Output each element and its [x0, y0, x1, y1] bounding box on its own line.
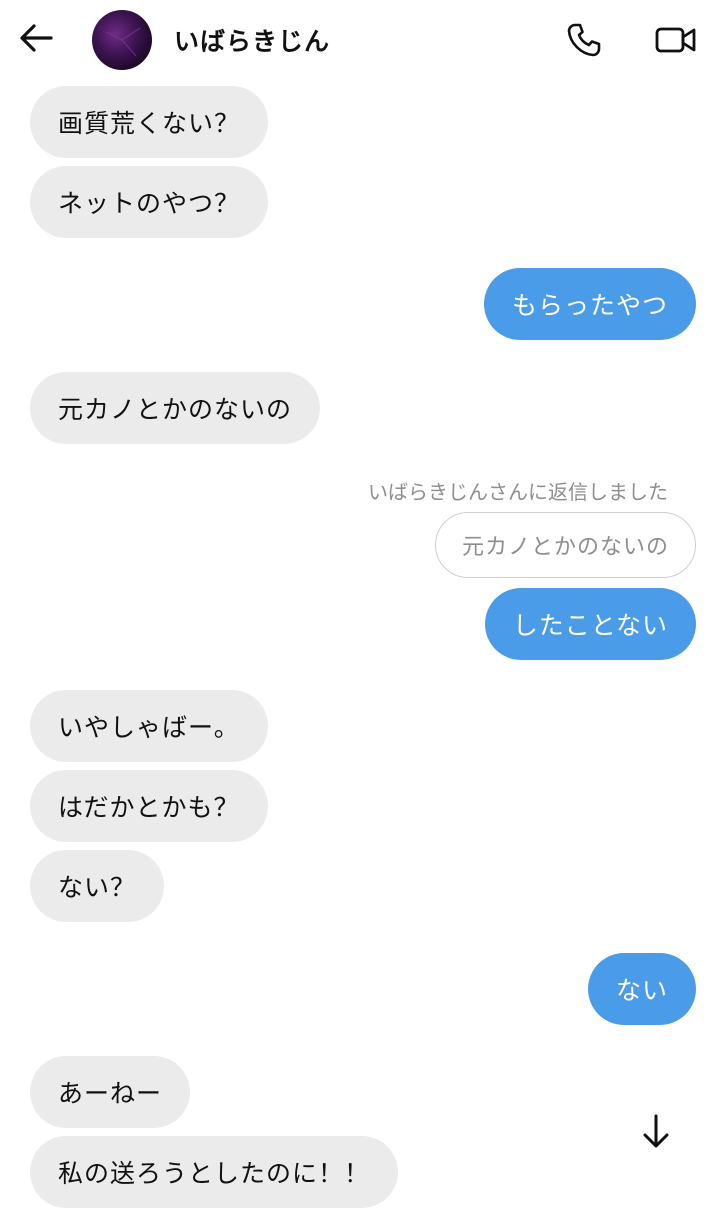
video-call-button[interactable]	[652, 18, 700, 62]
message-text: 私の送ろうとしたのに！！	[58, 1159, 371, 1188]
phone-icon	[567, 23, 601, 57]
video-camera-icon	[655, 27, 696, 53]
message-text: はだかとかも？	[58, 793, 240, 822]
reply-quote-text: 元カノとかのないの	[461, 535, 669, 560]
message-text: ネットのやつ？	[58, 189, 241, 218]
avatar[interactable]	[92, 10, 152, 70]
chat-header: いばらきじん	[0, 0, 726, 84]
message-text: ない？	[58, 873, 137, 902]
contact-name[interactable]: いばらきじん	[174, 22, 330, 58]
message-bubble-outgoing[interactable]: ない	[587, 953, 696, 1025]
message-bubble-incoming[interactable]: あーねー	[30, 1056, 191, 1128]
message-bubble-outgoing[interactable]: したことない	[484, 588, 696, 660]
message-bubble-incoming[interactable]: いやしゃばー。	[30, 690, 268, 762]
message-bubble-incoming[interactable]: 元カノとかのないの	[30, 372, 321, 444]
message-text: あーねー	[58, 1079, 163, 1108]
scroll-to-bottom-button[interactable]	[634, 1108, 678, 1156]
arrow-left-icon	[20, 24, 53, 52]
message-bubble-incoming[interactable]: はだかとかも？	[30, 770, 268, 842]
message-bubble-incoming[interactable]: 私の送ろうとしたのに！！	[30, 1136, 399, 1208]
arrow-down-icon	[643, 1114, 669, 1148]
message-text: 画質荒くない？	[58, 109, 241, 138]
back-button[interactable]	[14, 16, 58, 60]
message-bubble-incoming[interactable]: 画質荒くない？	[30, 86, 269, 158]
message-text: もらったやつ	[511, 291, 668, 320]
reply-caption: いばらきじんさんに返信しました	[368, 480, 668, 504]
message-text: したことない	[512, 611, 668, 640]
reply-quote-bubble[interactable]: 元カノとかのないの	[434, 512, 696, 578]
avatar-image	[105, 27, 141, 57]
message-bubble-incoming[interactable]: ない？	[30, 850, 165, 922]
message-text: ない	[615, 976, 668, 1005]
message-bubble-incoming[interactable]: ネットのやつ？	[30, 166, 269, 238]
message-text: いやしゃばー。	[58, 713, 240, 742]
voice-call-button[interactable]	[562, 18, 606, 62]
message-text: 元カノとかのないの	[58, 395, 293, 424]
message-bubble-outgoing[interactable]: もらったやつ	[483, 268, 696, 340]
